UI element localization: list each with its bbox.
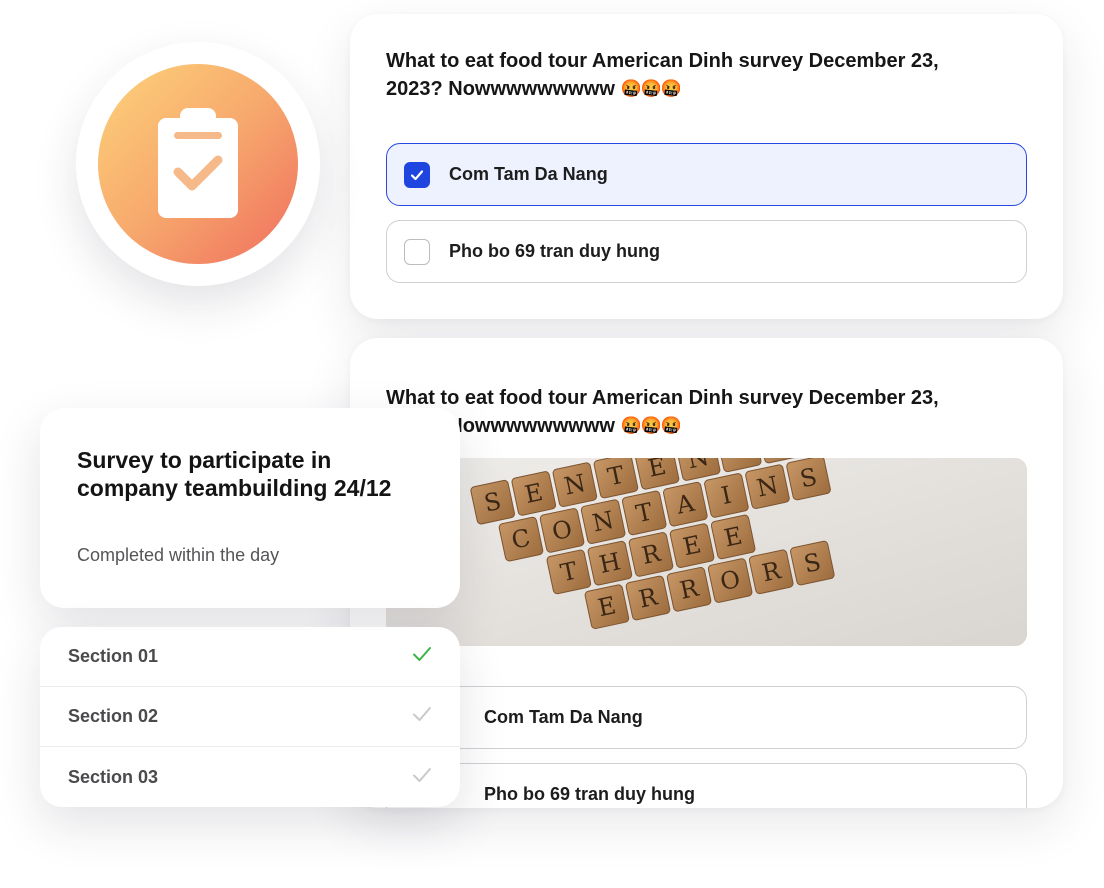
clipboard-check-icon (98, 64, 298, 264)
option-com-tam-da-nang[interactable]: Com Tam Da Nang (386, 143, 1027, 206)
section-label: Section 01 (68, 646, 159, 666)
sections-list: Section 01 Section 02 Section 03 (40, 627, 460, 807)
checkbox-checked-icon[interactable] (404, 161, 430, 188)
question-title: What to eat food tour American Dinh surv… (386, 50, 939, 100)
survey-icon-badge (76, 42, 320, 286)
survey-title: Survey to participate in company teambui… (77, 447, 392, 501)
option-label: Pho bo 69 tran duy hung (484, 784, 695, 804)
question-title: What to eat food tour American Dinh surv… (386, 387, 939, 437)
survey-info-card: Survey to participate in company teambui… (40, 408, 460, 608)
section-row-01[interactable]: Section 01 (40, 627, 460, 687)
checkbox-empty-icon[interactable] (404, 238, 430, 265)
option-pho-bo[interactable]: Pho bo 69 tran duy hung (386, 763, 1027, 808)
option-label: Pho bo 69 tran duy hung (449, 241, 660, 261)
section-row-02[interactable]: Section 02 (40, 687, 460, 747)
check-icon (412, 704, 432, 729)
section-label: Section 02 (68, 706, 159, 726)
angry-emoji-icons: 🤬🤬🤬 (620, 416, 683, 435)
section-row-03[interactable]: Section 03 (40, 747, 460, 807)
question-card-1: What to eat food tour American Dinh surv… (350, 14, 1063, 319)
option-pho-bo[interactable]: Pho bo 69 tran duy hung (386, 220, 1027, 283)
option-label: Com Tam Da Nang (449, 164, 608, 184)
option-com-tam-da-nang[interactable]: Com Tam Da Nang (386, 686, 1027, 749)
check-icon (412, 644, 432, 669)
question-image: SENTENCECONTAINSTHREEERRORS (386, 458, 1027, 646)
survey-subtitle: Completed within the day (77, 545, 280, 565)
check-icon (412, 765, 432, 790)
option-label: Com Tam Da Nang (484, 707, 643, 727)
section-label: Section 03 (68, 766, 159, 787)
angry-emoji-icons: 🤬🤬🤬 (620, 79, 683, 98)
